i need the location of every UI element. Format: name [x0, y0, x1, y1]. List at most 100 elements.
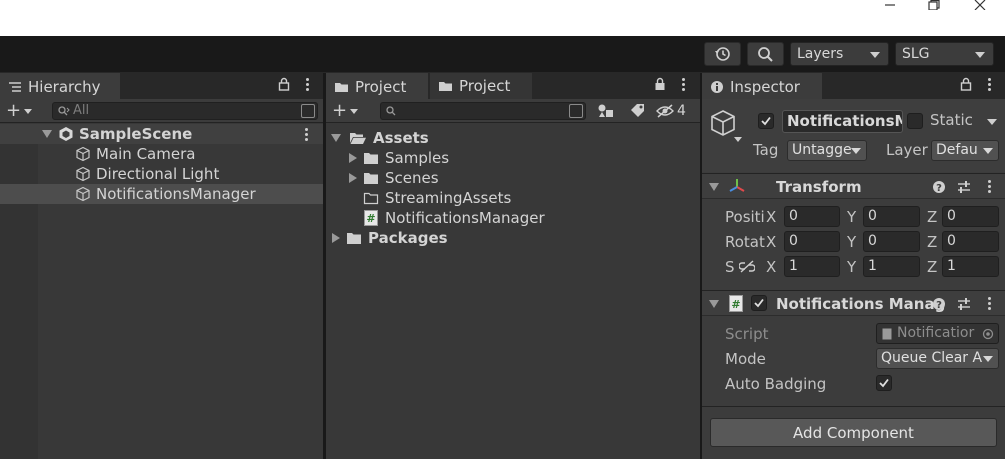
search-button[interactable]: [747, 42, 784, 66]
scale-z-field[interactable]: 1: [942, 256, 999, 277]
filter-by-type-icon[interactable]: [597, 103, 615, 119]
expand-arrow-icon[interactable]: [331, 134, 341, 142]
search-icon: [386, 106, 396, 116]
gameobject-icon: [711, 110, 735, 136]
mode-label: Mode: [725, 350, 766, 368]
layout-dropdown[interactable]: SLG: [895, 42, 994, 66]
lock-icon[interactable]: [278, 77, 290, 91]
position-z-field[interactable]: 0: [942, 206, 999, 227]
project-subbar: + 4: [326, 99, 700, 123]
tab-inspector[interactable]: Inspector: [702, 73, 822, 99]
history-button[interactable]: [704, 42, 741, 66]
position-y-field[interactable]: 0: [863, 206, 920, 227]
transform-header[interactable]: Transform ?: [702, 173, 1005, 199]
gameobject-icon: [76, 186, 90, 202]
position-label: Positi: [725, 208, 765, 226]
scale-y-field[interactable]: 1: [863, 256, 920, 277]
scene-row[interactable]: SampleScene: [0, 124, 323, 144]
rotation-x-field[interactable]: 0: [784, 231, 840, 252]
inspector-tabbar: Inspector: [702, 73, 1005, 99]
plus-icon: +: [332, 100, 348, 121]
expand-arrow-icon[interactable]: [332, 233, 340, 243]
position-x-field[interactable]: 0: [784, 206, 840, 227]
chevron-down-icon[interactable]: [987, 119, 997, 125]
expand-arrow-icon[interactable]: [349, 173, 357, 183]
history-icon: [714, 47, 730, 61]
script-object-field: Notificatior: [876, 323, 999, 344]
project-menu-icon[interactable]: [680, 77, 686, 91]
scale-label: S: [725, 258, 735, 276]
hierarchy-search-input[interactable]: All: [52, 102, 318, 120]
component-enabled-checkbox[interactable]: [751, 295, 767, 311]
transform-title: Transform: [776, 178, 862, 196]
create-button[interactable]: +: [6, 100, 33, 121]
script-component-title: Notifications Manag: [776, 295, 946, 313]
chevron-down-icon[interactable]: [734, 137, 742, 142]
checkmark-icon: [761, 116, 771, 126]
hierarchy-item-label: Directional Light: [96, 165, 220, 183]
project-search-input[interactable]: [380, 102, 586, 120]
plus-icon: +: [6, 100, 22, 121]
minimize-icon[interactable]: [870, 0, 910, 10]
open-folder-icon: [350, 133, 366, 144]
gameobject-icon: [76, 146, 90, 162]
create-button[interactable]: +: [332, 100, 359, 121]
auto-badging-checkbox[interactable]: [876, 375, 892, 391]
add-component-button[interactable]: Add Component: [710, 418, 997, 447]
project-tree-item[interactable]: # NotificationsManager: [326, 208, 545, 228]
tag-label: Tag: [753, 141, 779, 159]
expand-arrow-icon[interactable]: [349, 153, 357, 163]
search-icon: [757, 47, 773, 62]
filter-by-label-icon[interactable]: [629, 103, 647, 119]
script-component-menu-icon[interactable]: [986, 297, 992, 310]
transform-menu-icon[interactable]: [986, 180, 992, 193]
search-mode-icon[interactable]: [569, 104, 583, 118]
mode-dropdown[interactable]: Queue Clear A: [876, 348, 999, 369]
inspector-menu-icon[interactable]: [986, 77, 992, 91]
project-panel: Project Project + 4 Assets Samples Scene…: [326, 73, 700, 459]
tag-dropdown[interactable]: Untagge: [787, 140, 867, 161]
lock-icon[interactable]: [654, 77, 666, 91]
lock-icon[interactable]: [960, 77, 972, 91]
project-tree-item[interactable]: Packages: [326, 228, 448, 248]
foldout-arrow-icon[interactable]: [709, 300, 719, 308]
static-checkbox[interactable]: [907, 113, 923, 129]
close-icon[interactable]: [960, 0, 1000, 10]
tag-dropdown-value: Untagge: [792, 142, 852, 158]
rotation-y-field[interactable]: 0: [863, 231, 920, 252]
project-tree-item[interactable]: StreamingAssets: [326, 188, 511, 208]
hierarchy-item[interactable]: Directional Light: [0, 164, 323, 184]
preset-icon[interactable]: [957, 297, 971, 311]
expand-arrow-icon[interactable]: [42, 130, 52, 138]
script-component-header[interactable]: # Notifications Manag ?: [702, 290, 1005, 316]
tab-project-2[interactable]: Project: [430, 73, 532, 99]
tab-hierarchy[interactable]: Hierarchy: [0, 73, 120, 99]
hierarchy-menu-icon[interactable]: [304, 77, 310, 91]
scene-menu-icon[interactable]: [303, 128, 309, 141]
foldout-arrow-icon[interactable]: [709, 183, 719, 191]
tab-project[interactable]: Project: [326, 73, 428, 99]
object-name-field[interactable]: NotificationsMa: [782, 110, 903, 133]
layers-dropdown[interactable]: Layers: [790, 42, 889, 66]
layer-dropdown[interactable]: Defau: [931, 140, 999, 161]
divider: [702, 406, 1005, 407]
help-icon[interactable]: ?: [932, 297, 946, 311]
rotation-z-field[interactable]: 0: [942, 231, 999, 252]
hierarchy-item-selected[interactable]: NotificationsManager: [0, 184, 323, 204]
scale-x-field[interactable]: 1: [784, 256, 840, 277]
csharp-script-icon: #: [729, 295, 743, 312]
preset-icon[interactable]: [957, 180, 971, 194]
csharp-script-icon: #: [364, 210, 378, 226]
unlinked-scale-icon[interactable]: [739, 260, 755, 274]
hierarchy-item[interactable]: Main Camera: [0, 144, 323, 164]
hidden-packages-toggle[interactable]: 4: [656, 101, 686, 121]
project-tree-item[interactable]: Samples: [326, 148, 449, 168]
search-mode-icon[interactable]: [301, 104, 315, 118]
scene-name: SampleScene: [79, 125, 193, 143]
help-icon[interactable]: ?: [932, 180, 946, 194]
project-tree-item[interactable]: Scenes: [326, 168, 439, 188]
active-checkbox[interactable]: [758, 113, 774, 129]
chevron-down-icon: [983, 148, 993, 154]
project-tree-item[interactable]: Assets: [326, 128, 429, 148]
restore-icon[interactable]: [914, 0, 954, 10]
